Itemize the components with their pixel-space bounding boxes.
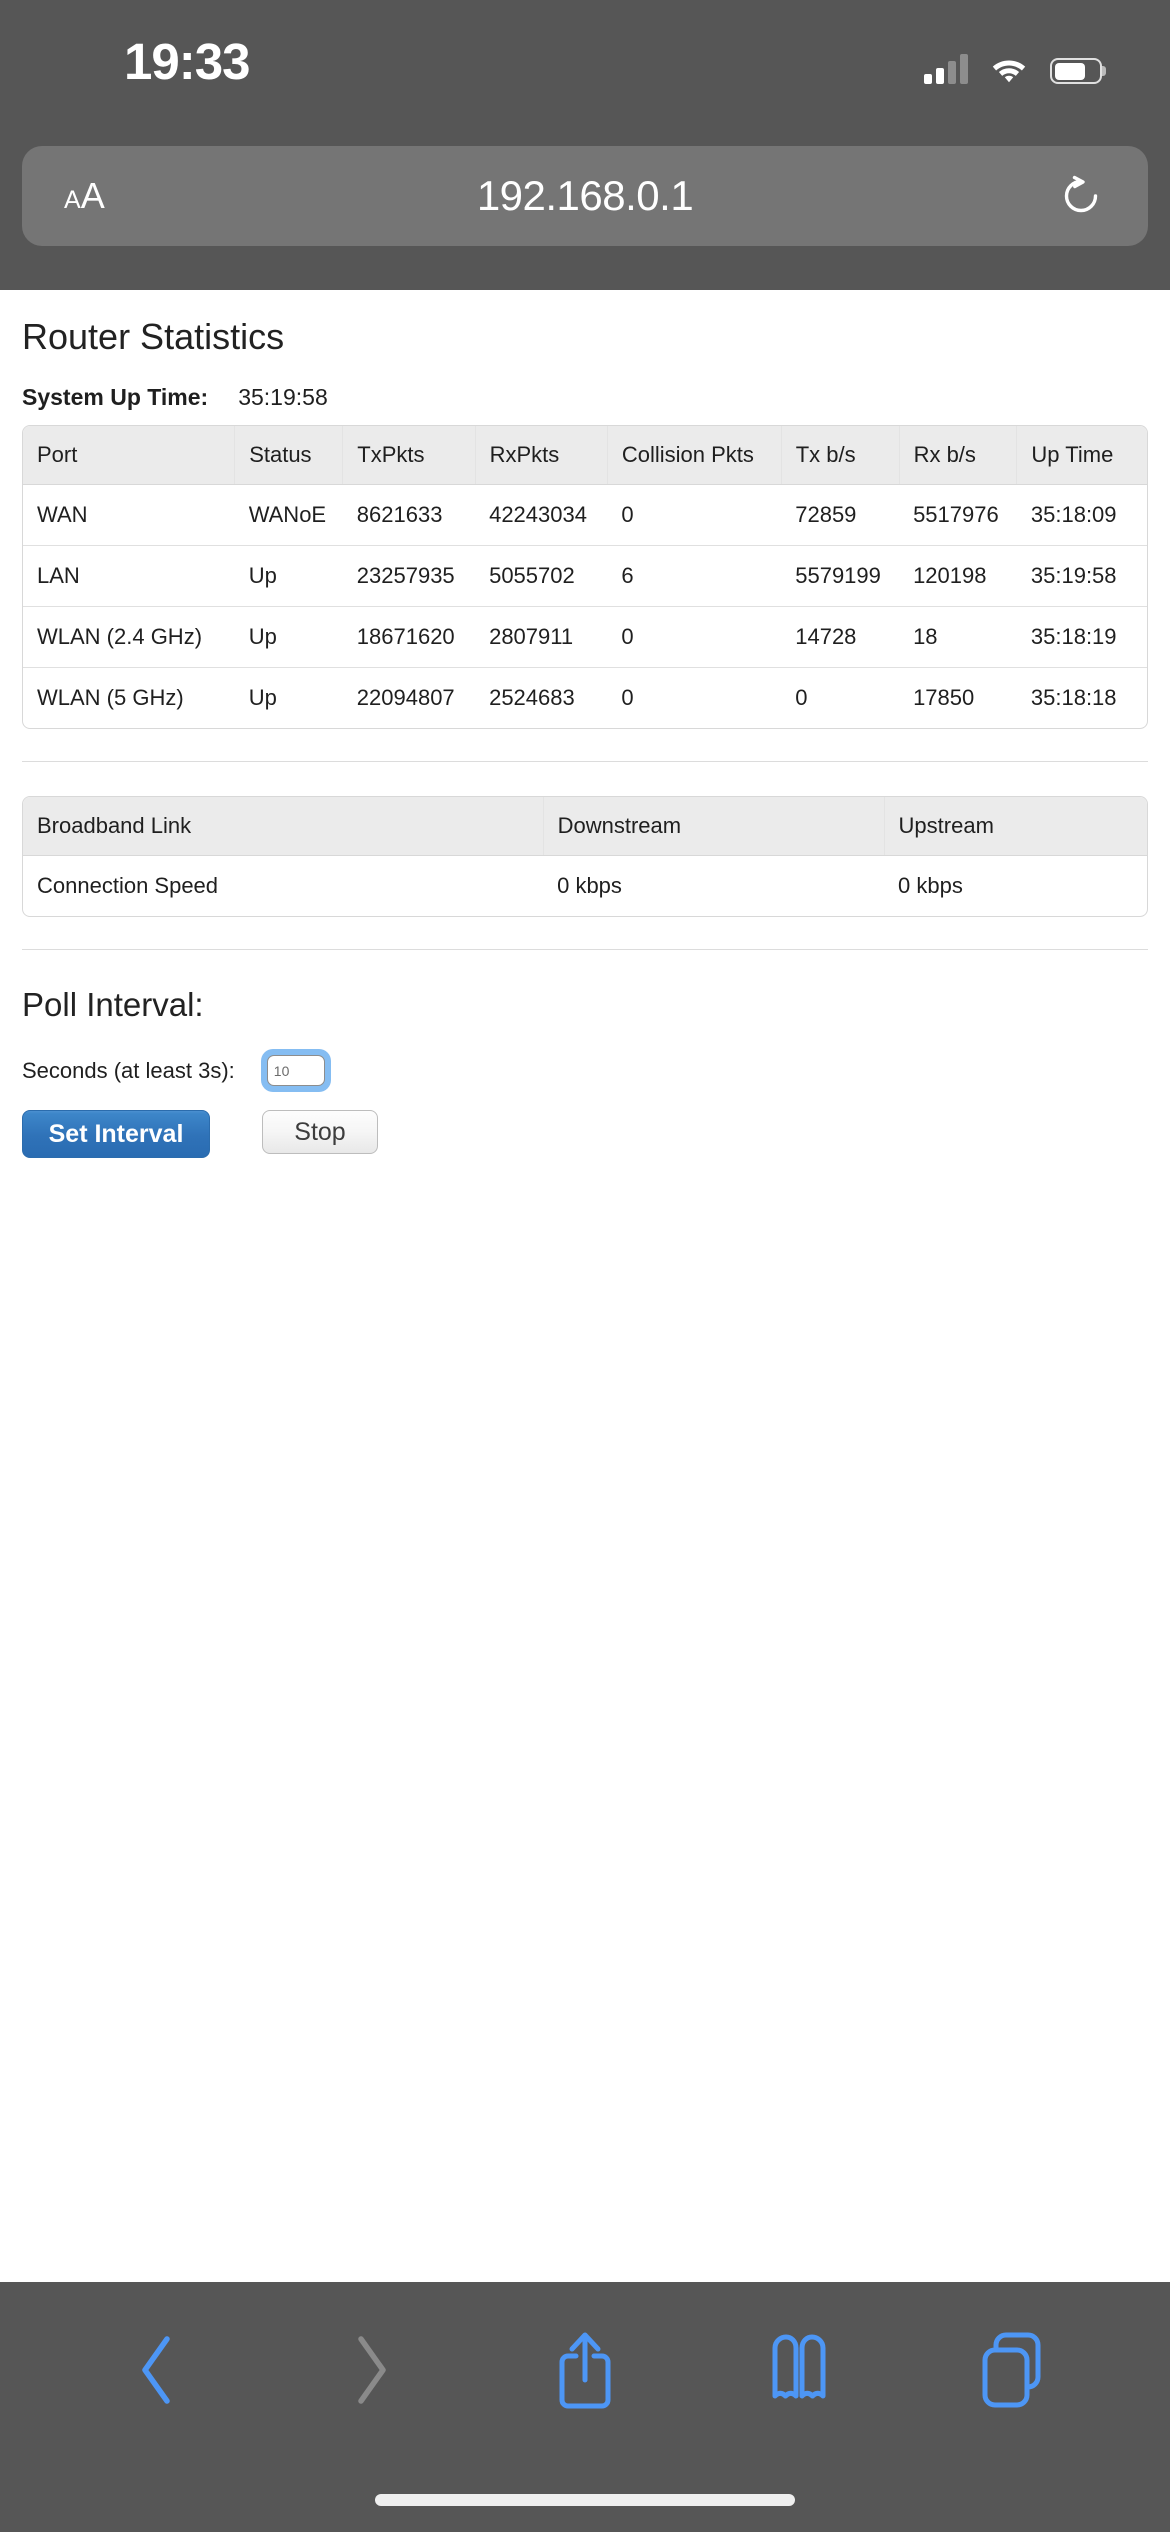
cell-upstream-speed: 0 kbps	[898, 873, 963, 898]
share-icon	[552, 2328, 618, 2417]
column-header-up-time: Up Time	[1016, 426, 1147, 485]
forward-chevron-icon	[345, 2333, 397, 2412]
url-text[interactable]: 192.168.0.1	[22, 172, 1148, 220]
cell-connection-speed-label: Connection Speed	[37, 873, 219, 898]
cell-collision: 0	[607, 606, 782, 668]
cell-tx-bps: 5579199	[781, 545, 900, 607]
bookmarks-icon	[762, 2334, 836, 2411]
table-row: WAN WANoE 8621633 42243034 0 72859 55179…	[23, 484, 1147, 546]
cell-rx-bps: 17850	[913, 685, 975, 710]
cell-rxpkts: 5055702	[475, 545, 608, 607]
tabs-icon	[976, 2330, 1050, 2415]
cell-downstream-speed: 0 kbps	[557, 873, 622, 898]
status-bar-indicators	[924, 48, 1106, 84]
cell-rx-bps: 18	[899, 606, 1017, 668]
cell-up-time: 35:18:19	[1016, 606, 1147, 668]
cell-rx-bps: 120198	[899, 545, 1017, 607]
cell-rxpkts: 42243034	[475, 484, 608, 546]
router-stats-table-card: Port Status TxPkts RxPkts Collision Pkts…	[22, 425, 1148, 729]
table-header-row: Port Status TxPkts RxPkts Collision Pkts…	[23, 426, 1147, 485]
cellular-signal-icon	[924, 54, 968, 84]
poll-interval-row: Seconds (at least 3s):	[22, 1049, 1148, 1092]
cell-tx-bps: 14728	[781, 606, 900, 668]
browser-top-chrome: 19:33 AA 192.168.0.1	[0, 0, 1170, 290]
cell-status: Up	[248, 685, 277, 710]
forward-button[interactable]	[323, 2324, 419, 2420]
iphone-safari-screen: 19:33 AA 192.168.0.1 Router Statistics S…	[0, 0, 1170, 2532]
section-divider	[22, 761, 1148, 762]
page-title: Router Statistics	[22, 316, 285, 357]
cell-port: WAN	[23, 484, 235, 546]
home-indicator	[375, 2494, 795, 2506]
cell-rxpkts: 2524683	[489, 685, 575, 710]
status-bar: 19:33	[0, 0, 1170, 120]
cell-txpkts: 23257935	[342, 545, 476, 607]
reload-icon[interactable]	[1058, 173, 1104, 219]
column-header-broadband-link: Broadband Link	[23, 797, 544, 856]
cell-collision: 0	[621, 685, 634, 710]
cell-status: Up	[234, 545, 343, 607]
cell-collision: 0	[607, 484, 782, 546]
back-chevron-icon	[131, 2333, 183, 2412]
status-bar-clock: 19:33	[124, 33, 250, 90]
column-header-rx-bps: Rx b/s	[899, 426, 1018, 485]
cell-rxpkts: 2807911	[475, 606, 608, 668]
cell-port: WLAN (5 GHz)	[37, 685, 184, 710]
cell-up-time: 35:18:18	[1030, 685, 1117, 710]
system-uptime-value: 35:19:58	[238, 384, 328, 410]
cell-tx-bps: 0	[795, 685, 808, 710]
url-bar[interactable]: AA 192.168.0.1	[22, 146, 1148, 246]
cell-status: Up	[234, 606, 343, 668]
column-header-downstream: Downstream	[543, 797, 885, 856]
cell-tx-bps: 72859	[781, 484, 900, 546]
cell-port: LAN	[23, 545, 235, 607]
cell-status: WANoE	[234, 484, 343, 546]
cell-port: WLAN (2.4 GHz)	[23, 606, 235, 668]
battery-icon	[1050, 58, 1106, 84]
cell-txpkts: 22094807	[356, 685, 455, 710]
column-header-port: Port	[23, 426, 236, 485]
wifi-icon	[990, 54, 1028, 84]
router-stats-table: Port Status TxPkts RxPkts Collision Pkts…	[23, 426, 1147, 728]
bookmarks-button[interactable]	[751, 2324, 847, 2420]
system-uptime-row: System Up Time: 35:19:58	[22, 384, 1148, 411]
system-uptime-label: System Up Time:	[22, 384, 209, 410]
table-row: WLAN (5 GHz) Up 22094807 2524683 0 0 178…	[23, 668, 1147, 729]
broadband-link-table: Broadband Link Downstream Upstream Conne…	[23, 797, 1147, 916]
column-header-rxpkts: RxPkts	[475, 426, 608, 485]
seconds-input-focus-ring	[260, 1049, 331, 1092]
column-header-status: Status	[234, 426, 344, 485]
web-page-content: Router Statistics System Up Time: 35:19:…	[0, 290, 1170, 2290]
section-divider	[22, 949, 1148, 950]
back-button[interactable]	[109, 2324, 205, 2420]
table-row: WLAN (2.4 GHz) Up 18671620 2807911 0 147…	[23, 606, 1147, 668]
poll-interval-buttons: Set Interval Stop	[22, 1110, 1148, 1158]
cell-up-time: 35:18:09	[1016, 484, 1147, 546]
cell-txpkts: 8621633	[342, 484, 476, 546]
table-row: Connection Speed 0 kbps 0 kbps	[23, 856, 1147, 917]
seconds-label: Seconds (at least 3s):	[22, 1057, 235, 1083]
cell-rx-bps: 5517976	[899, 484, 1017, 546]
column-header-tx-bps: Tx b/s	[781, 426, 900, 485]
cell-txpkts: 18671620	[342, 606, 476, 668]
column-header-collision-pkts: Collision Pkts	[607, 426, 782, 485]
share-button[interactable]	[537, 2324, 633, 2420]
browser-bottom-chrome	[0, 2282, 1170, 2532]
tabs-button[interactable]	[965, 2324, 1061, 2420]
cell-up-time: 35:19:58	[1016, 545, 1147, 607]
table-row: LAN Up 23257935 5055702 6 5579199 120198…	[23, 545, 1147, 607]
cell-collision: 6	[607, 545, 782, 607]
broadband-link-table-card: Broadband Link Downstream Upstream Conne…	[22, 796, 1148, 917]
stop-button[interactable]: Stop	[262, 1110, 378, 1154]
column-header-upstream: Upstream	[884, 797, 1147, 856]
seconds-input[interactable]	[266, 1055, 325, 1086]
browser-toolbar	[0, 2282, 1170, 2462]
table-header-row: Broadband Link Downstream Upstream	[23, 797, 1147, 856]
poll-interval-title: Poll Interval:	[22, 986, 204, 1023]
set-interval-button[interactable]: Set Interval	[22, 1110, 210, 1158]
column-header-txpkts: TxPkts	[342, 426, 476, 485]
